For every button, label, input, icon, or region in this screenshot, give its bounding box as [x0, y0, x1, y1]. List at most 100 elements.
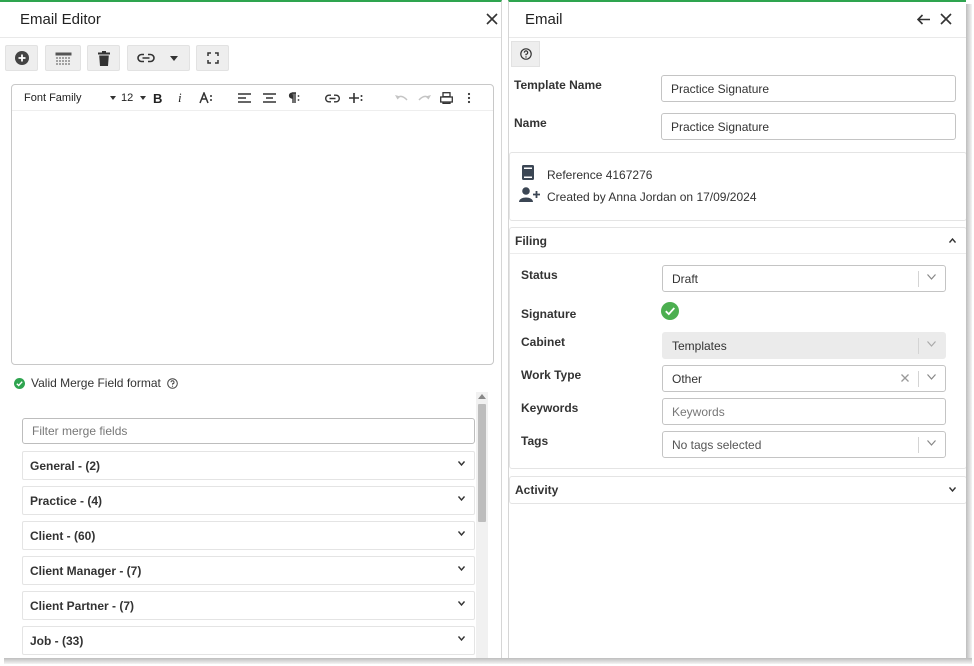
- window-shadow-bottom: [4, 658, 972, 664]
- caret-down-icon: [170, 55, 178, 61]
- activity-header[interactable]: Activity: [510, 477, 966, 503]
- close-icon: [486, 13, 498, 25]
- text-style-button[interactable]: [199, 90, 215, 106]
- caret-down-icon: [140, 96, 146, 100]
- chevron-down-icon: [927, 341, 936, 347]
- expand-icon: [206, 52, 219, 64]
- email-editor-title: Email Editor: [20, 11, 101, 28]
- email-details-title: Email: [525, 11, 563, 28]
- fullscreen-button[interactable]: [196, 45, 229, 71]
- status-select[interactable]: Draft: [662, 265, 946, 292]
- merge-group-job[interactable]: Job - (33): [22, 626, 475, 655]
- select-separator: [918, 271, 919, 287]
- filing-section: Filing Status Draft Signature Cabinet Te…: [509, 227, 967, 469]
- redo-button[interactable]: [418, 90, 432, 106]
- cabinet-select[interactable]: Templates: [662, 332, 946, 359]
- created-by-text: Created by Anna Jordan on 17/09/2024: [547, 190, 757, 204]
- filing-header[interactable]: Filing: [510, 228, 966, 254]
- insert-link-button[interactable]: [325, 90, 341, 106]
- back-button[interactable]: [912, 8, 934, 30]
- filter-merge-fields-input[interactable]: [22, 418, 475, 444]
- email-details-panel: Email Template Name Practice Signature N…: [508, 0, 967, 658]
- merge-group-general[interactable]: General - (2): [22, 451, 475, 480]
- merge-group-practice[interactable]: Practice - (4): [22, 486, 475, 515]
- name-value: Practice Signature: [671, 119, 770, 134]
- template-name-input[interactable]: Practice Signature: [661, 75, 956, 102]
- help-circle-icon: [519, 48, 532, 60]
- caret-down-icon: [110, 96, 116, 100]
- name-label: Name: [514, 116, 547, 130]
- align-left-button[interactable]: [238, 90, 252, 106]
- italic-icon: i: [178, 90, 182, 105]
- chevron-down-icon: [927, 374, 936, 380]
- bold-icon: B: [153, 90, 163, 106]
- insert-template-button[interactable]: [45, 45, 81, 71]
- undo-icon: [395, 94, 408, 100]
- reference-card: Reference 4167276 Created by Anna Jordan…: [509, 152, 967, 221]
- select-separator: [918, 371, 919, 387]
- tags-select[interactable]: No tags selected: [662, 431, 946, 458]
- select-separator: [918, 437, 919, 453]
- activity-section: Activity: [509, 476, 967, 504]
- text-format-icon: [199, 92, 212, 104]
- paragraph-format-button[interactable]: [286, 90, 302, 106]
- more-vertical-icon: [467, 92, 471, 104]
- email-body-editor[interactable]: Font Family 12 B i: [11, 84, 494, 365]
- status-value: Draft: [672, 271, 699, 286]
- help-circle-icon[interactable]: [167, 377, 178, 389]
- align-left-icon: [238, 93, 251, 103]
- redo-icon: [418, 94, 431, 100]
- email-details-header: Email: [509, 2, 966, 38]
- merge-group-label: Client Partner - (7): [30, 598, 135, 613]
- scrollbar-thumb[interactable]: [478, 404, 486, 522]
- status-label: Status: [521, 268, 558, 282]
- font-family-select[interactable]: Font Family: [24, 90, 116, 106]
- merge-group-client-manager[interactable]: Client Manager - (7): [22, 556, 475, 585]
- chevron-down-icon: [949, 487, 956, 492]
- table-icon: [55, 52, 71, 64]
- undo-button[interactable]: [395, 90, 409, 106]
- insert-more-button[interactable]: [349, 90, 365, 106]
- select-separator: [918, 338, 919, 354]
- chevron-up-icon: [949, 238, 956, 243]
- merge-fields-scrollbar[interactable]: [476, 392, 488, 660]
- merge-group-client[interactable]: Client - (60): [22, 521, 475, 550]
- chevron-down-icon: [458, 496, 465, 501]
- bold-button[interactable]: B: [153, 90, 165, 106]
- filing-title: Filing: [515, 233, 547, 248]
- trash-icon: [97, 50, 110, 66]
- window-shadow-right: [966, 4, 972, 660]
- reference-text: Reference 4167276: [547, 168, 653, 182]
- link-dropdown-button[interactable]: [127, 45, 190, 71]
- paragraph-icon: [288, 92, 300, 103]
- help-button[interactable]: [511, 41, 540, 67]
- font-size-select[interactable]: 12: [121, 90, 146, 106]
- print-button[interactable]: [440, 90, 454, 106]
- italic-button[interactable]: i: [178, 90, 188, 106]
- name-input[interactable]: Practice Signature: [661, 113, 956, 140]
- clear-icon[interactable]: [901, 374, 909, 382]
- align-center-icon: [263, 93, 276, 103]
- more-options-button[interactable]: [467, 90, 473, 106]
- template-name-label: Template Name: [514, 78, 602, 92]
- close-editor-button[interactable]: [481, 8, 503, 30]
- delete-button[interactable]: [87, 45, 120, 71]
- font-family-value: Font Family: [24, 92, 82, 104]
- close-details-button[interactable]: [935, 8, 957, 30]
- signature-check-icon[interactable]: [661, 302, 679, 320]
- arrow-left-icon: [916, 13, 930, 25]
- check-circle-icon: [14, 377, 25, 389]
- merge-group-client-partner[interactable]: Client Partner - (7): [22, 591, 475, 620]
- tags-value: No tags selected: [672, 437, 762, 452]
- cabinet-value: Templates: [672, 338, 727, 353]
- scroll-up-arrow-icon[interactable]: [478, 394, 486, 399]
- merge-group-label: Practice - (4): [30, 493, 103, 508]
- work-type-select[interactable]: Other: [662, 365, 946, 392]
- link-icon: [137, 53, 155, 63]
- plus-more-icon: [349, 93, 363, 103]
- align-center-button[interactable]: [263, 90, 277, 106]
- tags-label: Tags: [521, 434, 549, 448]
- merge-field-status-text: Valid Merge Field format: [31, 376, 161, 390]
- keywords-input[interactable]: Keywords: [662, 398, 946, 425]
- add-button[interactable]: [5, 45, 38, 71]
